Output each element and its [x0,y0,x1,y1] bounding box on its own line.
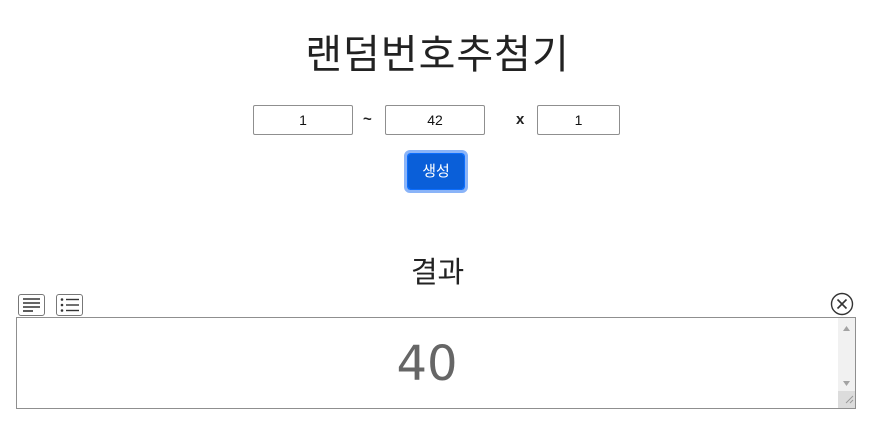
triangle-up-icon [843,326,850,331]
text-view-button[interactable] [18,294,45,316]
scrollbar-graphics [838,326,855,408]
result-value: 40 [396,336,458,392]
generate-button-label: 생성 [422,162,450,180]
resize-corner [838,391,855,408]
vertical-scrollbar[interactable] [838,318,855,408]
range-separator: ~ [363,111,372,128]
range-max-input[interactable] [385,105,485,135]
text-lines-icon [23,298,40,312]
bullet-list-icon [60,298,79,312]
draw-count-input[interactable] [537,105,620,135]
generate-button[interactable]: 생성 [404,150,468,193]
result-textarea[interactable]: 40 [16,317,856,409]
circle-x-icon[interactable] [830,292,854,316]
times-symbol: x [516,111,525,128]
range-min-input[interactable] [253,105,353,135]
list-view-button[interactable] [56,294,83,316]
page-title: 랜덤번호추첨기 [305,32,570,78]
result-heading: 결과 [410,255,465,289]
triangle-down-icon [843,381,850,386]
